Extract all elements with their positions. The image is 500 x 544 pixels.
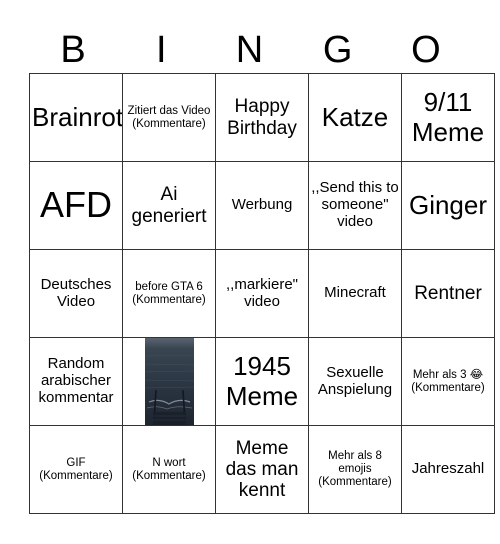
bingo-cell[interactable]: Happy Birthday [215, 73, 309, 162]
bingo-cell[interactable]: Mehr als 3 😂 (Kommentare) [401, 337, 495, 426]
bingo-cell[interactable]: ,,markiere" video [215, 249, 309, 338]
bingo-cell[interactable]: 9/11 Meme [401, 73, 495, 162]
bingo-cell[interactable]: Sexuelle Anspielung [308, 337, 402, 426]
header-letter-n: N [235, 29, 264, 71]
bingo-cell[interactable]: AFD [29, 161, 123, 250]
bingo-row: GIF (Kommentare) N wort (Kommentare) Mem… [29, 425, 495, 514]
bingo-cell-image[interactable] [122, 337, 216, 426]
header-letter-i: I [156, 29, 167, 71]
bingo-row: Random arabischer kommentar 1945 Meme Se… [29, 337, 495, 426]
header-letter-g: G [322, 29, 353, 71]
stormy-sea-stairs-image [144, 338, 194, 425]
bingo-cell[interactable]: ,,Send this to someone" video [308, 161, 402, 250]
bingo-row: AFD Ai generiert Werbung ,,Send this to … [29, 161, 495, 250]
bingo-cell[interactable]: Brainrot [29, 73, 123, 162]
bingo-cell[interactable]: Rentner [401, 249, 495, 338]
bingo-grid: Brainrot Zitiert das Video (Kommentare) … [29, 73, 495, 514]
header-letter-o: O [411, 29, 441, 71]
bingo-cell[interactable]: GIF (Kommentare) [29, 425, 123, 514]
bingo-cell[interactable]: Minecraft [308, 249, 402, 338]
bingo-cell[interactable]: before GTA 6 (Kommentare) [122, 249, 216, 338]
bingo-cell[interactable]: Meme das man kennt [215, 425, 309, 514]
bingo-cell[interactable]: Mehr als 8 emojis (Kommentare) [308, 425, 402, 514]
bingo-cell[interactable]: N wort (Kommentare) [122, 425, 216, 514]
bingo-cell[interactable]: Katze [308, 73, 402, 162]
bingo-cell[interactable]: Zitiert das Video (Kommentare) [122, 73, 216, 162]
bingo-row: Brainrot Zitiert das Video (Kommentare) … [29, 73, 495, 162]
bingo-cell[interactable]: Jahreszahl [401, 425, 495, 514]
bingo-cell[interactable]: Ginger [401, 161, 495, 250]
bingo-cell[interactable]: Werbung [215, 161, 309, 250]
header-letter-b: B [60, 29, 86, 71]
bingo-cell[interactable]: 1945 Meme [215, 337, 309, 426]
bingo-cell[interactable]: Ai generiert [122, 161, 216, 250]
bingo-row: Deutsches Video before GTA 6 (Kommentare… [29, 249, 495, 338]
bingo-cell[interactable]: Deutsches Video [29, 249, 123, 338]
bingo-header: B I N G O [29, 28, 470, 72]
bingo-cell[interactable]: Random arabischer kommentar [29, 337, 123, 426]
